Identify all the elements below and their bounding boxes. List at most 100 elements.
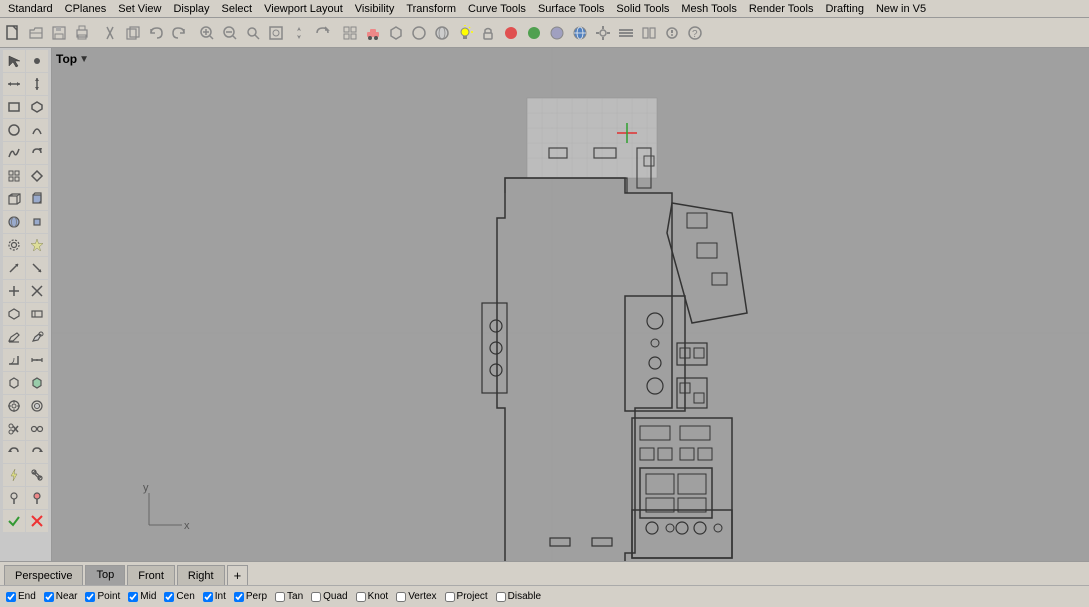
menu-display[interactable]: Display (167, 3, 215, 15)
lt-box[interactable] (3, 188, 25, 210)
lt-plus[interactable] (3, 280, 25, 302)
tb-open[interactable] (25, 22, 47, 44)
tab-top[interactable]: Top (85, 565, 125, 585)
tb-color1[interactable] (500, 22, 522, 44)
snap-tan-checkbox[interactable] (275, 592, 285, 602)
menu-render-tools[interactable]: Render Tools (743, 3, 820, 15)
lt-grid2[interactable] (3, 165, 25, 187)
tb-sphere[interactable] (431, 22, 453, 44)
lt-undo2[interactable] (3, 441, 25, 463)
menu-mesh-tools[interactable]: Mesh Tools (675, 3, 742, 15)
tab-add-button[interactable]: + (227, 565, 249, 585)
lt-small-sq[interactable] (26, 211, 48, 233)
snap-vertex-checkbox[interactable] (396, 592, 406, 602)
tb-light[interactable] (454, 22, 476, 44)
lt-hex3[interactable] (26, 372, 48, 394)
lt-cross[interactable] (26, 280, 48, 302)
tb-color2[interactable] (523, 22, 545, 44)
snap-cen-checkbox[interactable] (164, 592, 174, 602)
lt-sphere3[interactable] (3, 211, 25, 233)
lt-pen[interactable] (26, 326, 48, 348)
lt-tag1[interactable] (3, 303, 25, 325)
snap-int-checkbox[interactable] (203, 592, 213, 602)
menu-solid-tools[interactable]: Solid Tools (610, 3, 675, 15)
tab-front[interactable]: Front (127, 565, 175, 585)
lt-wrench[interactable] (26, 464, 48, 486)
lt-hex2[interactable] (3, 372, 25, 394)
tb-settings4[interactable] (661, 22, 683, 44)
lt-arc[interactable] (26, 119, 48, 141)
lt-arrow-dr[interactable] (26, 257, 48, 279)
snap-point-checkbox[interactable] (85, 592, 95, 602)
lt-arrow-ur[interactable] (3, 257, 25, 279)
tb-zoom-ext[interactable] (242, 22, 264, 44)
menu-transform[interactable]: Transform (400, 3, 462, 15)
snap-knot-checkbox[interactable] (356, 592, 366, 602)
lt-move-h[interactable] (3, 73, 25, 95)
lt-pin2[interactable] (26, 487, 48, 509)
snap-mid-checkbox[interactable] (128, 592, 138, 602)
tab-right[interactable]: Right (177, 565, 225, 585)
tb-lock[interactable] (477, 22, 499, 44)
snap-project-checkbox[interactable] (445, 592, 455, 602)
menu-select[interactable]: Select (216, 3, 259, 15)
snap-perp-checkbox[interactable] (234, 592, 244, 602)
tb-zoom-in[interactable] (196, 22, 218, 44)
tb-settings3[interactable] (638, 22, 660, 44)
tb-settings2[interactable] (615, 22, 637, 44)
snap-end-checkbox[interactable] (6, 592, 16, 602)
lt-curve[interactable] (3, 142, 25, 164)
tb-pan[interactable] (288, 22, 310, 44)
tb-undo[interactable] (145, 22, 167, 44)
lt-gear[interactable] (3, 234, 25, 256)
lt-dot[interactable] (26, 50, 48, 72)
menu-curve-tools[interactable]: Curve Tools (462, 3, 532, 15)
lt-diamond[interactable] (26, 165, 48, 187)
tb-rotate[interactable] (311, 22, 333, 44)
tb-zoom-out[interactable] (219, 22, 241, 44)
menu-surface-tools[interactable]: Surface Tools (532, 3, 610, 15)
viewport-arrow[interactable]: ▼ (79, 54, 89, 65)
menu-standard[interactable]: Standard (2, 3, 59, 15)
tb-globe[interactable] (569, 22, 591, 44)
lt-box2[interactable] (26, 188, 48, 210)
lt-ruler[interactable] (26, 349, 48, 371)
lt-check[interactable] (3, 510, 25, 532)
tb-copy[interactable] (122, 22, 144, 44)
menu-drafting[interactable]: Drafting (819, 3, 870, 15)
menu-setview[interactable]: Set View (112, 3, 167, 15)
tb-zoom-win[interactable] (265, 22, 287, 44)
lt-rect[interactable] (3, 96, 25, 118)
tb-settings[interactable] (592, 22, 614, 44)
tb-save[interactable] (48, 22, 70, 44)
snap-disable-checkbox[interactable] (496, 592, 506, 602)
tb-print[interactable] (71, 22, 93, 44)
lt-bolt[interactable] (3, 464, 25, 486)
lt-angle[interactable] (3, 349, 25, 371)
tb-sphere2[interactable] (546, 22, 568, 44)
tb-hex[interactable] (385, 22, 407, 44)
tb-new[interactable] (2, 22, 24, 44)
viewport[interactable]: Top ▼ x y (52, 48, 1089, 561)
lt-star[interactable] (26, 234, 48, 256)
menu-viewport-layout[interactable]: Viewport Layout (258, 3, 349, 15)
snap-quad-checkbox[interactable] (311, 592, 321, 602)
lt-chain[interactable] (26, 418, 48, 440)
lt-circle[interactable] (3, 119, 25, 141)
tab-perspective[interactable]: Perspective (4, 565, 83, 585)
lt-select[interactable] (3, 50, 25, 72)
tb-car[interactable] (362, 22, 384, 44)
tb-help[interactable]: ? (684, 22, 706, 44)
lt-pin[interactable] (3, 487, 25, 509)
lt-tag2[interactable] (26, 303, 48, 325)
lt-rotate[interactable] (26, 142, 48, 164)
tb-circle[interactable] (408, 22, 430, 44)
menu-visibility[interactable]: Visibility (349, 3, 401, 15)
lt-ring[interactable] (26, 395, 48, 417)
menu-cplanes[interactable]: CPlanes (59, 3, 113, 15)
snap-near-checkbox[interactable] (44, 592, 54, 602)
lt-move-v[interactable] (26, 73, 48, 95)
tb-cut[interactable] (99, 22, 121, 44)
lt-x-close[interactable] (26, 510, 48, 532)
lt-scissor[interactable] (3, 418, 25, 440)
